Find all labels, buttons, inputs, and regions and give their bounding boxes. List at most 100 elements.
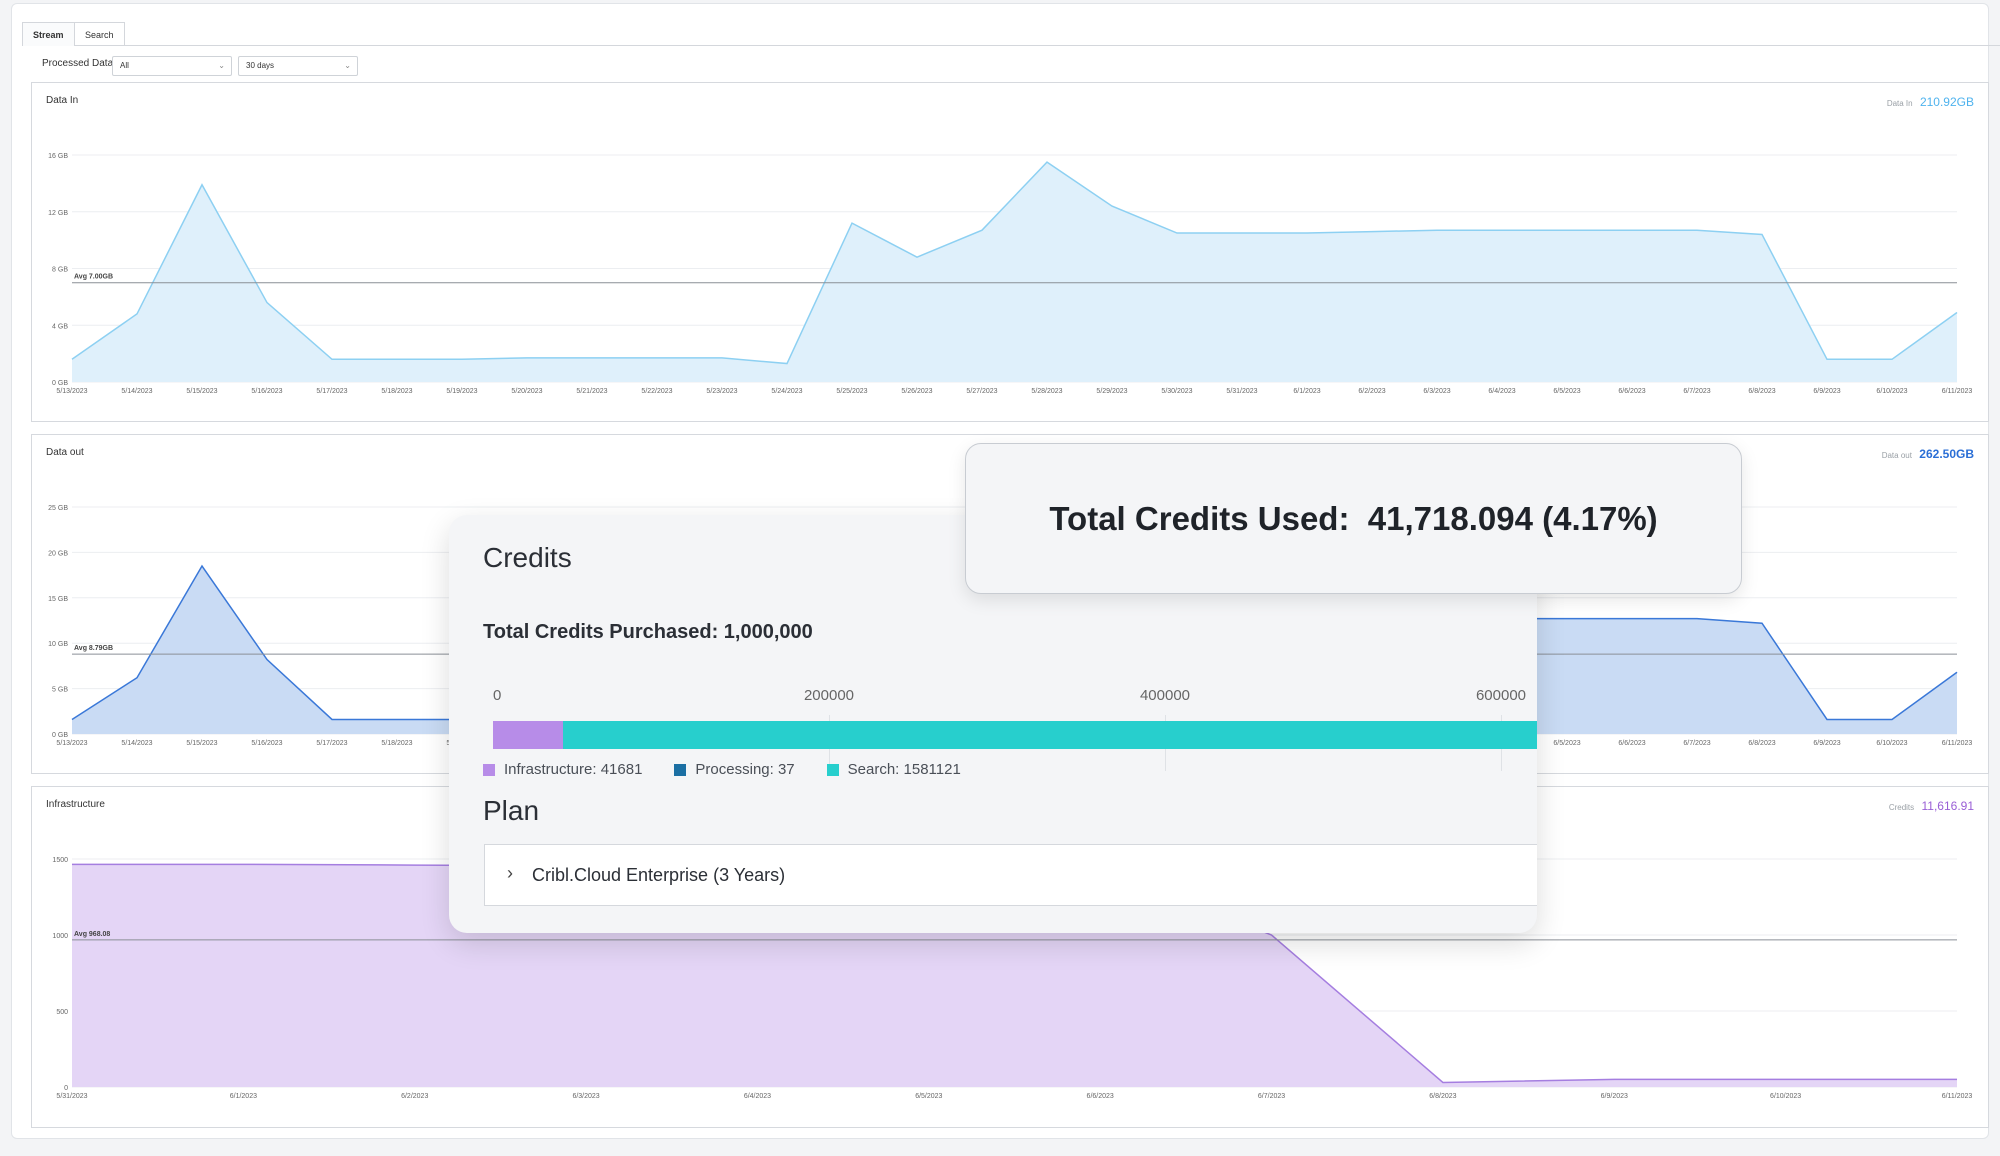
- scale-label: 600000: [1475, 687, 1527, 704]
- x-tick-label: 5/13/2023: [56, 388, 87, 395]
- chevron-down-icon: ⌄: [218, 61, 225, 70]
- total-credits-used: Total Credits Used: 41,718.094 (4.17%): [1049, 499, 1658, 537]
- chevron-down-icon: ⌄: [344, 61, 351, 70]
- credits-scale: 0 200000 400000 600000: [493, 687, 1537, 707]
- credits-usage-bar: [493, 721, 1537, 749]
- y-tick-label: 0 GB: [52, 732, 68, 739]
- data-in-panel: Data In Data In 210.92GB 0 GB 4 GB 8 GB 12 …: [31, 82, 1989, 422]
- x-tick-label: 5/14/2023: [121, 388, 152, 395]
- range-select-value: 30 days: [246, 61, 275, 70]
- x-tick-label: 6/7/2023: [1683, 740, 1710, 747]
- x-tick-label: 6/4/2023: [744, 1093, 771, 1100]
- y-tick-label: 12 GB: [48, 210, 68, 217]
- y-tick-label: 10 GB: [48, 641, 68, 648]
- credits-title: Credits: [483, 542, 572, 573]
- x-tick-label: 6/5/2023: [915, 1093, 942, 1100]
- tab-search[interactable]: Search: [74, 22, 125, 46]
- scope-select-value: All: [120, 61, 129, 70]
- x-tick-label: 6/8/2023: [1748, 388, 1775, 395]
- processed-data-label: Processed Data: [42, 58, 114, 69]
- x-tick-label: 6/7/2023: [1683, 388, 1710, 395]
- x-tick-label: 6/10/2023: [1876, 388, 1907, 395]
- y-tick-label: 5 GB: [52, 687, 68, 694]
- x-tick-label: 5/21/2023: [576, 388, 607, 395]
- x-tick-label: 5/17/2023: [316, 388, 347, 395]
- range-select[interactable]: 30 days ⌄: [238, 56, 358, 76]
- x-tick-label: 6/7/2023: [1258, 1093, 1285, 1100]
- legend-swatch: [826, 763, 839, 776]
- credits-bar-infrastructure: [493, 721, 564, 749]
- plan-accordion[interactable]: › Cribl.Cloud Enterprise (3 Years): [484, 844, 1537, 906]
- plan-title: Plan: [483, 795, 540, 826]
- legend-label: Infrastructure: 41681: [504, 761, 643, 778]
- x-tick-label: 5/22/2023: [641, 388, 672, 395]
- x-tick-label: 5/15/2023: [186, 740, 217, 747]
- x-tick-label: 5/16/2023: [251, 740, 282, 747]
- y-tick-label: 15 GB: [48, 596, 68, 603]
- x-tick-label: 6/9/2023: [1813, 740, 1840, 747]
- scale-label: 200000: [803, 687, 855, 704]
- x-tick-label: 5/27/2023: [966, 388, 997, 395]
- x-tick-label: 5/25/2023: [836, 388, 867, 395]
- x-tick-label: 5/14/2023: [121, 740, 152, 747]
- y-tick-label: 20 GB: [48, 550, 68, 557]
- y-tick-label: 1000: [52, 933, 68, 940]
- credits-legend: Infrastructure: 41681 Processing: 37 Sea…: [483, 761, 961, 778]
- scale-label: 0: [493, 687, 502, 704]
- legend-label: Search: 1581121: [847, 761, 961, 778]
- x-tick-label: 5/19/2023: [446, 388, 477, 395]
- x-tick-label: 6/11/2023: [1942, 388, 1973, 395]
- x-tick-label: 6/10/2023: [1876, 740, 1907, 747]
- x-tick-label: 5/29/2023: [1096, 388, 1127, 395]
- x-tick-label: 5/31/2023: [56, 1093, 87, 1100]
- x-tick-label: 6/2/2023: [1358, 388, 1385, 395]
- x-tick-label: 5/24/2023: [771, 388, 802, 395]
- x-tick-label: 5/15/2023: [186, 388, 217, 395]
- legend-label: Processing: 37: [695, 761, 795, 778]
- x-tick-label: 6/9/2023: [1601, 1093, 1628, 1100]
- x-tick-label: 5/13/2023: [56, 740, 87, 747]
- x-tick-label: 5/17/2023: [316, 740, 347, 747]
- x-tick-label: 6/5/2023: [1553, 388, 1580, 395]
- x-tick-label: 6/6/2023: [1618, 388, 1645, 395]
- x-tick-label: 5/23/2023: [706, 388, 737, 395]
- legend-swatch: [483, 763, 495, 776]
- x-tick-label: 6/5/2023: [1553, 740, 1580, 747]
- x-tick-label: 6/6/2023: [1618, 740, 1645, 747]
- x-tick-label: 6/11/2023: [1942, 740, 1973, 747]
- x-tick-label: 6/11/2023: [1942, 1093, 1973, 1100]
- y-tick-label: 500: [56, 1009, 68, 1016]
- chevron-right-icon[interactable]: ›: [507, 863, 513, 884]
- average-label: Avg 8.79GB: [74, 645, 113, 652]
- x-tick-label: 6/8/2023: [1429, 1093, 1456, 1100]
- legend-swatch: [674, 763, 687, 776]
- x-tick-label: 5/20/2023: [511, 388, 542, 395]
- legend-item-search: Search: 1581121: [826, 761, 961, 778]
- x-tick-label: 5/18/2023: [381, 388, 412, 395]
- y-tick-label: 4 GB: [52, 323, 68, 330]
- legend-item-processing: Processing: 37: [674, 761, 795, 778]
- credits-purchased: Total Credits Purchased: 1,000,000: [483, 621, 813, 643]
- scope-select[interactable]: All ⌄: [112, 56, 232, 76]
- x-tick-label: 5/31/2023: [1226, 388, 1257, 395]
- x-tick-label: 6/6/2023: [1087, 1093, 1114, 1100]
- average-label: Avg 968.08: [74, 931, 110, 938]
- y-tick-label: 0 GB: [52, 380, 68, 387]
- x-tick-label: 6/3/2023: [1423, 388, 1450, 395]
- plan-name: Cribl.Cloud Enterprise (3 Years): [532, 865, 786, 885]
- x-tick-label: 6/3/2023: [572, 1093, 599, 1100]
- x-tick-label: 6/1/2023: [1293, 388, 1320, 395]
- tab-stream[interactable]: Stream: [22, 22, 75, 46]
- x-tick-label: 5/26/2023: [901, 388, 932, 395]
- data-in-chart: 0 GB 4 GB 8 GB 12 GB 16 GB Avg 7.00GB 5/13/202…: [48, 153, 1973, 395]
- x-tick-label: 6/1/2023: [230, 1093, 257, 1100]
- x-tick-label: 5/30/2023: [1161, 388, 1192, 395]
- y-tick-label: 8 GB: [52, 267, 68, 274]
- x-tick-label: 6/10/2023: [1770, 1093, 1801, 1100]
- x-tick-label: 6/2/2023: [401, 1093, 428, 1100]
- legend-item-infrastructure: Infrastructure: 41681: [483, 761, 642, 778]
- y-tick-label: 1500: [52, 857, 68, 864]
- scale-label: 400000: [1139, 687, 1191, 704]
- x-tick-label: 5/16/2023: [251, 388, 282, 395]
- x-tick-label: 5/18/2023: [381, 740, 412, 747]
